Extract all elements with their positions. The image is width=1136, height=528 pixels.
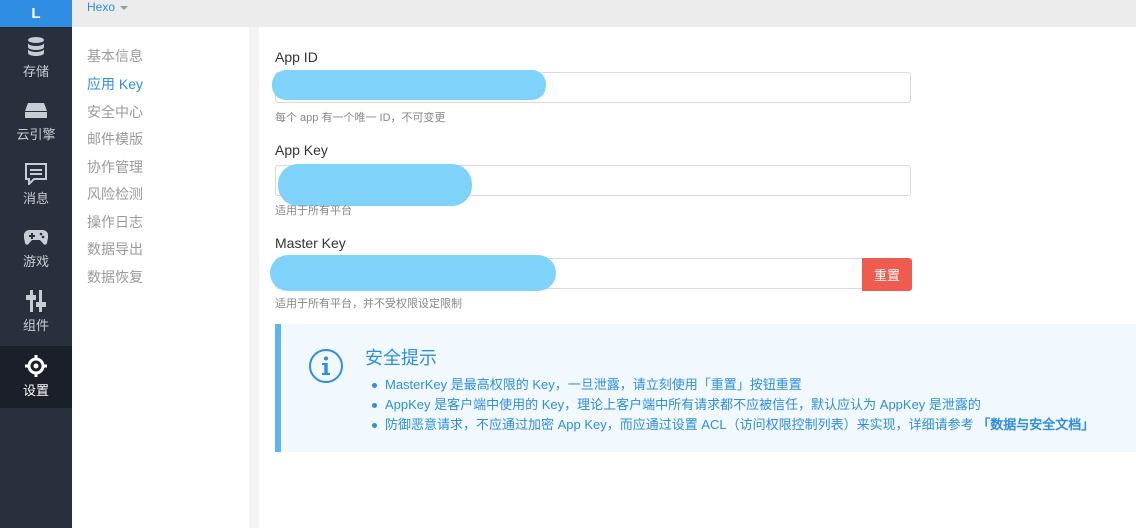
redaction-mask xyxy=(270,255,556,291)
notice-title: 安全提示 xyxy=(365,348,437,368)
gear-icon xyxy=(24,355,48,377)
master-key-help: 适用于所有平台，并不受权限设定限制 xyxy=(275,298,462,310)
main-sidebar: L 存储 云引擎 消息 游戏 组件 设置 xyxy=(0,0,72,528)
app-name: Hexo xyxy=(87,0,116,14)
message-icon xyxy=(24,163,48,185)
nav-label: 云引擎 xyxy=(16,127,56,142)
nav-components[interactable]: 组件 xyxy=(0,281,72,343)
notice-item: AppKey 是客户端中使用的 Key，理论上客户端中所有请求都不应被信任，默认… xyxy=(371,395,1094,415)
sliders-icon xyxy=(24,290,48,312)
settings-subnav: 基本信息 应用 Key 安全中心 邮件模版 协作管理 风险检测 操作日志 数据导… xyxy=(72,27,249,528)
redaction-mask xyxy=(278,164,472,206)
nav-label: 存储 xyxy=(22,64,49,79)
subnav-item-app-key[interactable]: 应用 Key xyxy=(87,74,143,94)
notice-text: AppKey 是客户端中使用的 Key，理论上客户端中所有请求都不应被信任，默认… xyxy=(385,397,981,412)
notice-text: MasterKey 是最高权限的 Key，一旦泄露，请立刻使用「重置」按钮重置 xyxy=(385,377,802,392)
nav-settings[interactable]: 设置 xyxy=(0,346,72,408)
subnav-item-collaboration[interactable]: 协作管理 xyxy=(87,157,143,177)
app-key-help: 适用于所有平台 xyxy=(275,205,352,217)
app-switcher[interactable]: Hexo xyxy=(87,0,129,14)
subnav-item-basic-info[interactable]: 基本信息 xyxy=(87,46,143,66)
nav-games[interactable]: 游戏 xyxy=(0,217,72,279)
security-notice: 安全提示 MasterKey 是最高权限的 Key，一旦泄露，请立刻使用「重置」… xyxy=(275,324,1136,452)
nav-label: 设置 xyxy=(22,383,49,398)
notice-list: MasterKey 是最高权限的 Key，一旦泄露，请立刻使用「重置」按钮重置 … xyxy=(371,375,1094,435)
app-id-help: 每个 app 有一个唯一 ID，不可变更 xyxy=(275,112,446,124)
nav-label: 消息 xyxy=(22,191,49,206)
notice-item: MasterKey 是最高权限的 Key，一旦泄露，请立刻使用「重置」按钮重置 xyxy=(371,375,1094,395)
notice-text: 防御恶意请求，不应通过加密 App Key，而应通过设置 ACL（访问权限控制列… xyxy=(385,417,978,432)
master-key-label: Master Key xyxy=(275,235,346,251)
nav-label: 组件 xyxy=(22,318,49,333)
notice-item: 防御恶意请求，不应通过加密 App Key，而应通过设置 ACL（访问权限控制列… xyxy=(371,415,1094,435)
subnav-item-data-restore[interactable]: 数据恢复 xyxy=(87,267,143,287)
security-docs-link[interactable]: 「数据与安全文档」 xyxy=(977,417,1094,432)
top-bar: Hexo xyxy=(72,0,1136,27)
reset-master-key-button[interactable]: 重置 xyxy=(862,258,912,291)
info-icon xyxy=(309,349,343,383)
redaction-mask xyxy=(272,70,546,100)
nav-storage[interactable]: 存储 xyxy=(0,27,72,89)
nav-messages[interactable]: 消息 xyxy=(0,154,72,216)
nav-label: 游戏 xyxy=(22,254,49,269)
subnav-item-risk-detection[interactable]: 风险检测 xyxy=(87,184,143,204)
caret-down-icon xyxy=(120,5,129,10)
app-id-label: App ID xyxy=(275,49,318,65)
app-logo[interactable]: L xyxy=(0,0,72,27)
subnav-item-security[interactable]: 安全中心 xyxy=(87,102,143,122)
server-icon xyxy=(24,99,48,121)
subnav-item-email-templates[interactable]: 邮件模版 xyxy=(87,129,143,149)
gamepad-icon xyxy=(24,226,48,248)
nav-cloud-engine[interactable]: 云引擎 xyxy=(0,90,72,152)
subnav-item-data-export[interactable]: 数据导出 xyxy=(87,239,143,259)
subnav-item-operation-log[interactable]: 操作日志 xyxy=(87,212,143,232)
panel-divider xyxy=(249,27,259,528)
database-icon xyxy=(24,36,48,58)
app-key-label: App Key xyxy=(275,142,328,158)
